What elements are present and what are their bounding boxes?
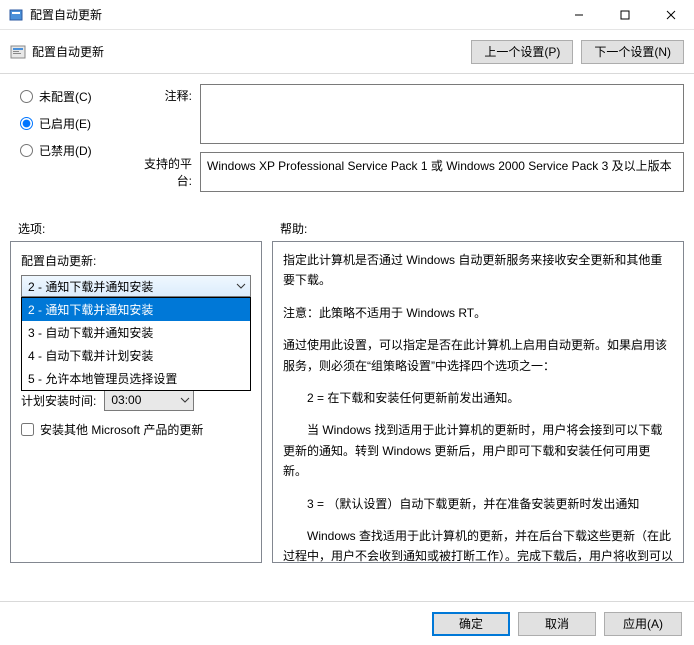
- help-panel: 指定此计算机是否通过 Windows 自动更新服务来接收安全更新和其他重要下载。…: [272, 241, 684, 563]
- help-text: 通过使用此设置，可以指定是否在此计算机上启用自动更新。如果启用该服务，则必须在“…: [283, 335, 673, 376]
- header-title: 配置自动更新: [32, 43, 463, 60]
- radio-enabled[interactable]: 已启用(E): [20, 115, 130, 132]
- options-section-label: 选项:: [18, 220, 280, 237]
- configure-update-dropdown: 2 - 通知下载并通知安装 3 - 自动下载并通知安装 4 - 自动下载并计划安…: [21, 297, 251, 391]
- radio-disabled[interactable]: 已禁用(D): [20, 142, 130, 159]
- state-radio-group: 未配置(C) 已启用(E) 已禁用(D): [20, 84, 130, 200]
- prev-setting-button[interactable]: 上一个设置(P): [471, 40, 573, 64]
- help-text: 2 = 在下载和安装任何更新前发出通知。: [283, 388, 673, 408]
- platform-textbox: Windows XP Professional Service Pack 1 或…: [200, 152, 684, 192]
- configure-update-label: 配置自动更新:: [21, 252, 251, 269]
- help-section-label: 帮助:: [280, 220, 684, 237]
- platform-label: 支持的平台:: [130, 152, 200, 192]
- options-panel: 配置自动更新: 2 - 通知下载并通知安装 2 - 通知下载并通知安装 3 - …: [10, 241, 262, 563]
- cancel-button[interactable]: 取消: [518, 612, 596, 636]
- next-setting-button[interactable]: 下一个设置(N): [581, 40, 684, 64]
- footer: 确定 取消 应用(A): [0, 601, 694, 645]
- dropdown-option[interactable]: 3 - 自动下载并通知安装: [22, 321, 250, 344]
- app-icon: [8, 7, 24, 23]
- ok-button[interactable]: 确定: [432, 612, 510, 636]
- help-text: 当 Windows 找到适用于此计算机的更新时，用户将会接到可以下载更新的通知。…: [283, 420, 673, 481]
- schedule-time-select[interactable]: 03:00: [104, 389, 194, 411]
- dropdown-option[interactable]: 4 - 自动下载并计划安装: [22, 344, 250, 367]
- maximize-button[interactable]: [602, 0, 648, 30]
- help-text: 注意：此策略不适用于 Windows RT。: [283, 303, 673, 323]
- other-products-checkbox[interactable]: 安装其他 Microsoft 产品的更新: [21, 421, 251, 438]
- comment-label: 注释:: [130, 84, 200, 144]
- radio-not-configured[interactable]: 未配置(C): [20, 88, 130, 105]
- configure-update-select[interactable]: 2 - 通知下载并通知安装: [21, 275, 251, 297]
- titlebar: 配置自动更新: [0, 0, 694, 30]
- header-bar: 配置自动更新 上一个设置(P) 下一个设置(N): [0, 30, 694, 74]
- help-text: Windows 查找适用于此计算机的更新，并在后台下载这些更新（在此过程中，用户…: [283, 526, 673, 563]
- policy-icon: [10, 44, 26, 60]
- help-text: 3 = （默认设置）自动下载更新，并在准备安装更新时发出通知: [283, 494, 673, 514]
- chevron-down-icon: [236, 280, 246, 294]
- chevron-down-icon: [180, 394, 190, 408]
- window-title: 配置自动更新: [30, 6, 556, 23]
- help-text: 指定此计算机是否通过 Windows 自动更新服务来接收安全更新和其他重要下载。: [283, 250, 673, 291]
- dropdown-option[interactable]: 5 - 允许本地管理员选择设置: [22, 367, 250, 390]
- close-button[interactable]: [648, 0, 694, 30]
- minimize-button[interactable]: [556, 0, 602, 30]
- dropdown-option[interactable]: 2 - 通知下载并通知安装: [22, 298, 250, 321]
- schedule-time-label: 计划安装时间:: [21, 392, 96, 409]
- comment-textbox[interactable]: [200, 84, 684, 144]
- apply-button[interactable]: 应用(A): [604, 612, 682, 636]
